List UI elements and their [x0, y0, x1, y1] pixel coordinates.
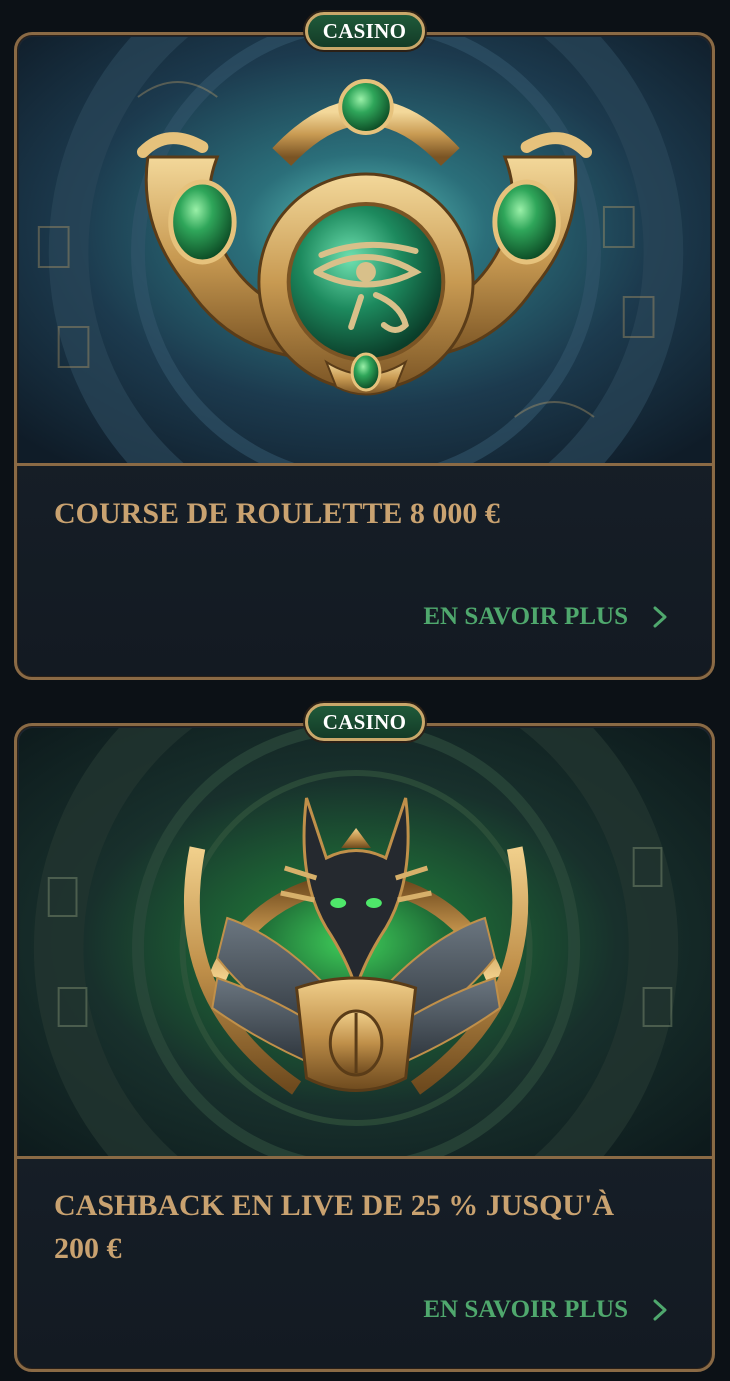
promo-card[interactable]: CASINO CASHBACK EN LIVE DE 25 % JUSQU'À … [14, 703, 715, 1372]
category-badge: CASINO [304, 12, 425, 50]
category-badge-label: CASINO [322, 709, 407, 734]
category-badge-label: CASINO [322, 18, 407, 43]
category-badge: CASINO [304, 703, 425, 741]
promo-title: COURSE DE ROULETTE 8 000 € [54, 497, 500, 530]
learn-more-label: EN SAVOIR PLUS [423, 603, 628, 630]
learn-more-link[interactable]: EN SAVOIR PLUS [423, 603, 668, 631]
learn-more-link[interactable]: EN SAVOIR PLUS [423, 1296, 668, 1324]
chevron-right-icon [653, 1299, 667, 1321]
promo-image[interactable] [19, 37, 710, 463]
promo-card[interactable]: CASINO COURSE DE ROULETTE 8 000 € EN SAV… [14, 12, 715, 680]
promo-title: CASHBACK EN LIVE DE 25 % JUSQU'À 200 € [54, 1189, 615, 1265]
chevron-right-icon [653, 606, 667, 628]
promo-image[interactable] [19, 728, 710, 1156]
hero-divider [17, 1156, 712, 1159]
hero-divider [17, 463, 712, 466]
learn-more-label: EN SAVOIR PLUS [423, 1296, 628, 1323]
eye-of-horus-amulet-illustration [19, 37, 710, 463]
promotions-page: CASINO COURSE DE ROULETTE 8 000 € EN SAV… [0, 0, 730, 1381]
anubis-scarab-illustration [19, 728, 710, 1156]
